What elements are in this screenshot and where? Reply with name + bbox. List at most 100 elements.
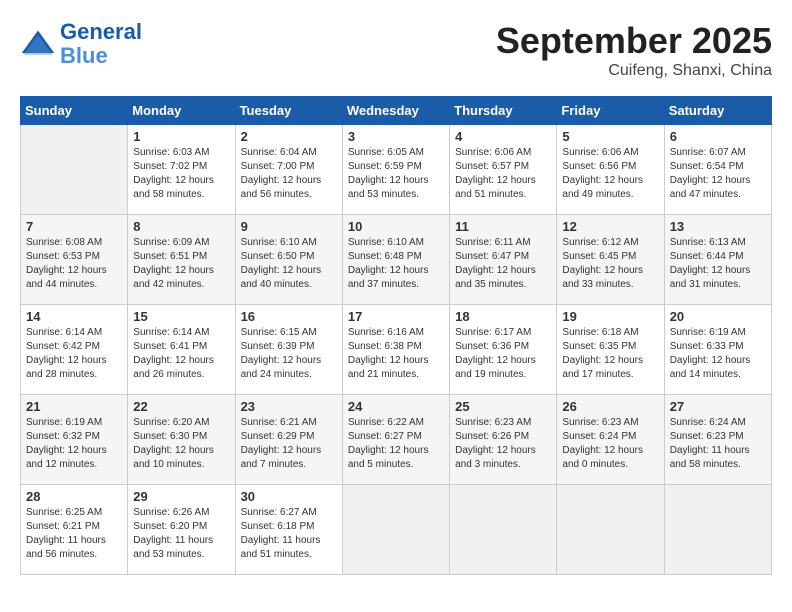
- sunset-label: Sunset: 6:20 PM: [133, 521, 207, 532]
- sunset-label: Sunset: 6:23 PM: [670, 431, 744, 442]
- sunrise-label: Sunrise: 6:09 AM: [133, 237, 209, 248]
- calendar-cell: 22 Sunrise: 6:20 AM Sunset: 6:30 PM Dayl…: [128, 395, 235, 485]
- cell-info: Sunrise: 6:07 AM Sunset: 6:54 PM Dayligh…: [670, 146, 766, 202]
- day-number: 6: [670, 129, 766, 144]
- calendar-cell: 28 Sunrise: 6:25 AM Sunset: 6:21 PM Dayl…: [21, 485, 128, 575]
- daylight-label: Daylight: 12 hours and 58 minutes.: [133, 175, 214, 200]
- cell-info: Sunrise: 6:21 AM Sunset: 6:29 PM Dayligh…: [241, 416, 337, 472]
- cell-info: Sunrise: 6:10 AM Sunset: 6:48 PM Dayligh…: [348, 236, 444, 292]
- day-number: 25: [455, 399, 551, 414]
- daylight-label: Daylight: 12 hours and 0 minutes.: [562, 445, 643, 470]
- header-row: SundayMondayTuesdayWednesdayThursdayFrid…: [21, 97, 772, 125]
- sunrise-label: Sunrise: 6:06 AM: [562, 147, 638, 158]
- daylight-label: Daylight: 12 hours and 40 minutes.: [241, 265, 322, 290]
- day-number: 9: [241, 219, 337, 234]
- sunrise-label: Sunrise: 6:10 AM: [241, 237, 317, 248]
- cell-info: Sunrise: 6:17 AM Sunset: 6:36 PM Dayligh…: [455, 326, 551, 382]
- daylight-label: Daylight: 12 hours and 42 minutes.: [133, 265, 214, 290]
- calendar-cell: 26 Sunrise: 6:23 AM Sunset: 6:24 PM Dayl…: [557, 395, 664, 485]
- cell-info: Sunrise: 6:19 AM Sunset: 6:32 PM Dayligh…: [26, 416, 122, 472]
- day-number: 11: [455, 219, 551, 234]
- sunset-label: Sunset: 6:56 PM: [562, 161, 636, 172]
- calendar-cell: 6 Sunrise: 6:07 AM Sunset: 6:54 PM Dayli…: [664, 125, 771, 215]
- cell-info: Sunrise: 6:25 AM Sunset: 6:21 PM Dayligh…: [26, 506, 122, 562]
- cell-info: Sunrise: 6:03 AM Sunset: 7:02 PM Dayligh…: [133, 146, 229, 202]
- location: Cuifeng, Shanxi, China: [496, 62, 772, 80]
- sunset-label: Sunset: 6:32 PM: [26, 431, 100, 442]
- daylight-label: Daylight: 11 hours and 51 minutes.: [241, 535, 321, 560]
- sunrise-label: Sunrise: 6:26 AM: [133, 507, 209, 518]
- sunset-label: Sunset: 6:54 PM: [670, 161, 744, 172]
- day-number: 5: [562, 129, 658, 144]
- calendar-cell: 27 Sunrise: 6:24 AM Sunset: 6:23 PM Dayl…: [664, 395, 771, 485]
- daylight-label: Daylight: 12 hours and 19 minutes.: [455, 355, 536, 380]
- sunrise-label: Sunrise: 6:19 AM: [670, 327, 746, 338]
- cell-info: Sunrise: 6:10 AM Sunset: 6:50 PM Dayligh…: [241, 236, 337, 292]
- day-number: 14: [26, 309, 122, 324]
- calendar-cell: 2 Sunrise: 6:04 AM Sunset: 7:00 PM Dayli…: [235, 125, 342, 215]
- sunrise-label: Sunrise: 6:13 AM: [670, 237, 746, 248]
- sunset-label: Sunset: 6:45 PM: [562, 251, 636, 262]
- logo-text: General Blue: [60, 20, 142, 68]
- sunset-label: Sunset: 6:51 PM: [133, 251, 207, 262]
- sunset-label: Sunset: 6:57 PM: [455, 161, 529, 172]
- sunset-label: Sunset: 6:48 PM: [348, 251, 422, 262]
- header-cell-monday: Monday: [128, 97, 235, 125]
- calendar-cell: 15 Sunrise: 6:14 AM Sunset: 6:41 PM Dayl…: [128, 305, 235, 395]
- calendar-cell: 8 Sunrise: 6:09 AM Sunset: 6:51 PM Dayli…: [128, 215, 235, 305]
- day-number: 19: [562, 309, 658, 324]
- calendar-cell: [664, 485, 771, 575]
- cell-info: Sunrise: 6:05 AM Sunset: 6:59 PM Dayligh…: [348, 146, 444, 202]
- cell-info: Sunrise: 6:23 AM Sunset: 6:24 PM Dayligh…: [562, 416, 658, 472]
- day-number: 15: [133, 309, 229, 324]
- sunset-label: Sunset: 6:39 PM: [241, 341, 315, 352]
- calendar-cell: 14 Sunrise: 6:14 AM Sunset: 6:42 PM Dayl…: [21, 305, 128, 395]
- cell-info: Sunrise: 6:19 AM Sunset: 6:33 PM Dayligh…: [670, 326, 766, 382]
- sunrise-label: Sunrise: 6:10 AM: [348, 237, 424, 248]
- header-cell-saturday: Saturday: [664, 97, 771, 125]
- sunset-label: Sunset: 6:38 PM: [348, 341, 422, 352]
- sunset-label: Sunset: 7:02 PM: [133, 161, 207, 172]
- daylight-label: Daylight: 12 hours and 47 minutes.: [670, 175, 751, 200]
- day-number: 10: [348, 219, 444, 234]
- cell-info: Sunrise: 6:26 AM Sunset: 6:20 PM Dayligh…: [133, 506, 229, 562]
- day-number: 29: [133, 489, 229, 504]
- sunrise-label: Sunrise: 6:20 AM: [133, 417, 209, 428]
- calendar-cell: 23 Sunrise: 6:21 AM Sunset: 6:29 PM Dayl…: [235, 395, 342, 485]
- sunset-label: Sunset: 6:50 PM: [241, 251, 315, 262]
- cell-info: Sunrise: 6:06 AM Sunset: 6:57 PM Dayligh…: [455, 146, 551, 202]
- sunset-label: Sunset: 6:47 PM: [455, 251, 529, 262]
- daylight-label: Daylight: 12 hours and 44 minutes.: [26, 265, 107, 290]
- daylight-label: Daylight: 11 hours and 53 minutes.: [133, 535, 213, 560]
- daylight-label: Daylight: 12 hours and 33 minutes.: [562, 265, 643, 290]
- logo-icon: [20, 26, 56, 62]
- calendar-cell: [450, 485, 557, 575]
- calendar-cell: 18 Sunrise: 6:17 AM Sunset: 6:36 PM Dayl…: [450, 305, 557, 395]
- daylight-label: Daylight: 12 hours and 35 minutes.: [455, 265, 536, 290]
- cell-info: Sunrise: 6:27 AM Sunset: 6:18 PM Dayligh…: [241, 506, 337, 562]
- calendar-cell: 25 Sunrise: 6:23 AM Sunset: 6:26 PM Dayl…: [450, 395, 557, 485]
- calendar-cell: 12 Sunrise: 6:12 AM Sunset: 6:45 PM Dayl…: [557, 215, 664, 305]
- daylight-label: Daylight: 12 hours and 49 minutes.: [562, 175, 643, 200]
- daylight-label: Daylight: 12 hours and 21 minutes.: [348, 355, 429, 380]
- sunset-label: Sunset: 6:27 PM: [348, 431, 422, 442]
- daylight-label: Daylight: 12 hours and 14 minutes.: [670, 355, 751, 380]
- day-number: 23: [241, 399, 337, 414]
- cell-info: Sunrise: 6:12 AM Sunset: 6:45 PM Dayligh…: [562, 236, 658, 292]
- calendar-cell: 5 Sunrise: 6:06 AM Sunset: 6:56 PM Dayli…: [557, 125, 664, 215]
- day-number: 28: [26, 489, 122, 504]
- daylight-label: Daylight: 12 hours and 7 minutes.: [241, 445, 322, 470]
- sunset-label: Sunset: 6:24 PM: [562, 431, 636, 442]
- sunrise-label: Sunrise: 6:15 AM: [241, 327, 317, 338]
- daylight-label: Daylight: 11 hours and 56 minutes.: [26, 535, 106, 560]
- daylight-label: Daylight: 11 hours and 58 minutes.: [670, 445, 750, 470]
- daylight-label: Daylight: 12 hours and 56 minutes.: [241, 175, 322, 200]
- sunrise-label: Sunrise: 6:11 AM: [455, 237, 530, 248]
- sunrise-label: Sunrise: 6:25 AM: [26, 507, 102, 518]
- header-cell-thursday: Thursday: [450, 97, 557, 125]
- week-row-2: 14 Sunrise: 6:14 AM Sunset: 6:42 PM Dayl…: [21, 305, 772, 395]
- sunset-label: Sunset: 6:53 PM: [26, 251, 100, 262]
- day-number: 30: [241, 489, 337, 504]
- cell-info: Sunrise: 6:08 AM Sunset: 6:53 PM Dayligh…: [26, 236, 122, 292]
- week-row-4: 28 Sunrise: 6:25 AM Sunset: 6:21 PM Dayl…: [21, 485, 772, 575]
